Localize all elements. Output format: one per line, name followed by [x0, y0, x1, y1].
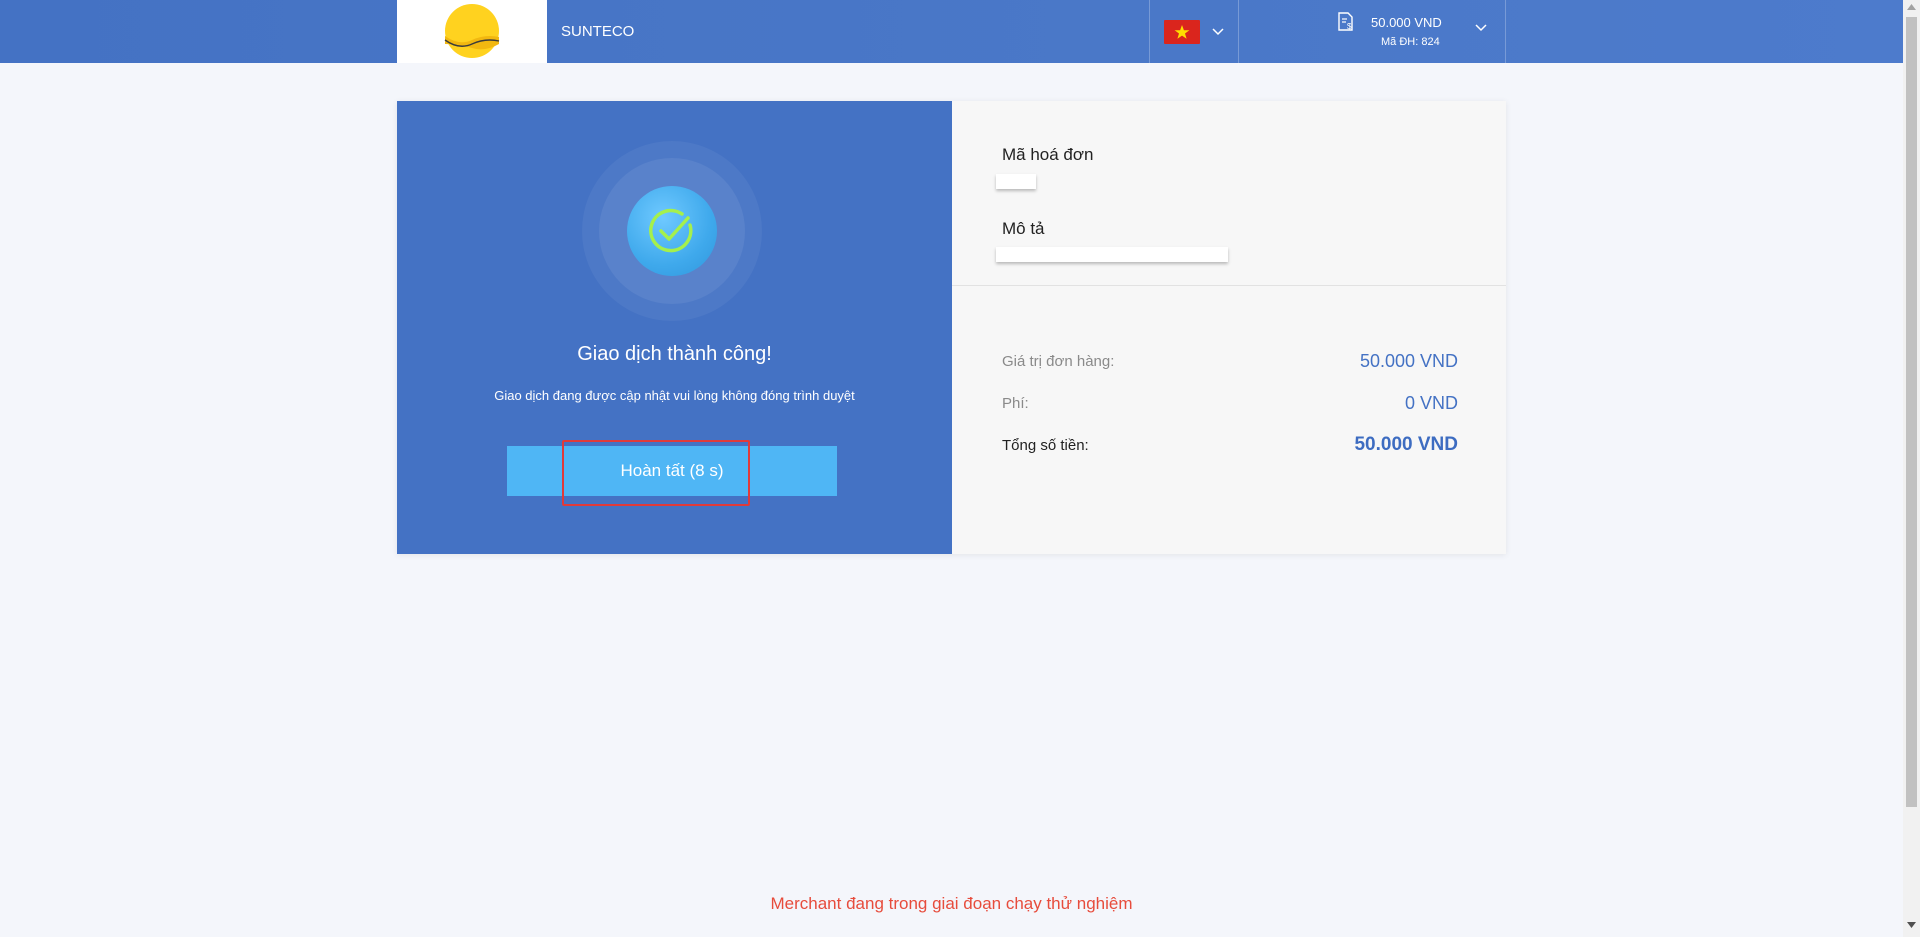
payment-page: SUNTECO $ 50.000 VND Mã ĐH: 824 Giao dịc… — [0, 0, 1920, 937]
order-details-panel: Mã hoá đơn Mô tả Giá trị đơn hàng: 50.00… — [952, 101, 1506, 554]
vertical-scrollbar[interactable] — [1903, 0, 1920, 937]
svg-text:$: $ — [1347, 22, 1352, 31]
order-value-label: Giá trị đơn hàng: — [1002, 353, 1115, 370]
test-mode-notice: Merchant đang trong giai đoạn chạy thử n… — [770, 894, 1133, 913]
check-circle-icon — [627, 186, 717, 276]
total-value: 50.000 VND — [1354, 434, 1458, 455]
language-selector[interactable] — [1149, 0, 1239, 63]
description-value-redacted — [996, 247, 1228, 262]
finish-button[interactable]: Hoàn tất (8 s) — [507, 446, 837, 496]
payment-result-card: Giao dịch thành công! Giao dịch đang đượ… — [397, 101, 1506, 554]
header-inner: SUNTECO $ 50.000 VND Mã ĐH: 824 — [397, 0, 1506, 63]
invoice-label: Mã hoá đơn — [1002, 145, 1094, 164]
scroll-down-arrow-icon[interactable] — [1907, 922, 1916, 928]
chevron-down-icon — [1212, 27, 1224, 35]
success-title: Giao dịch thành công! — [577, 343, 772, 365]
order-summary-dropdown[interactable]: $ 50.000 VND Mã ĐH: 824 — [1239, 0, 1506, 63]
fee-value: 0 VND — [1404, 393, 1458, 413]
invoice-value-redacted — [996, 174, 1036, 189]
merchant-logo — [397, 0, 547, 63]
success-description: Giao dịch đang được cập nhật vui lòng kh… — [494, 388, 855, 403]
merchant-name: SUNTECO — [561, 23, 635, 40]
vietnam-flag-icon — [1164, 19, 1200, 44]
sun-logo-icon — [444, 3, 500, 58]
order-code: Mã ĐH: 824 — [1381, 36, 1440, 48]
divider — [952, 285, 1506, 286]
fee-label: Phí: — [1002, 395, 1029, 412]
invoice-dollar-icon: $ — [1338, 12, 1353, 31]
scroll-up-arrow-icon[interactable] — [1907, 4, 1916, 10]
scrollbar-thumb[interactable] — [1906, 17, 1917, 807]
result-panel: Giao dịch thành công! Giao dịch đang đượ… — [397, 101, 952, 554]
total-label: Tổng số tiền: — [1002, 437, 1089, 454]
top-header: SUNTECO $ 50.000 VND Mã ĐH: 824 — [0, 0, 1903, 63]
order-value: 50.000 VND — [1359, 351, 1458, 371]
chevron-down-icon — [1475, 24, 1487, 32]
order-amount: 50.000 VND — [1371, 15, 1442, 30]
description-label: Mô tả — [1002, 219, 1045, 238]
